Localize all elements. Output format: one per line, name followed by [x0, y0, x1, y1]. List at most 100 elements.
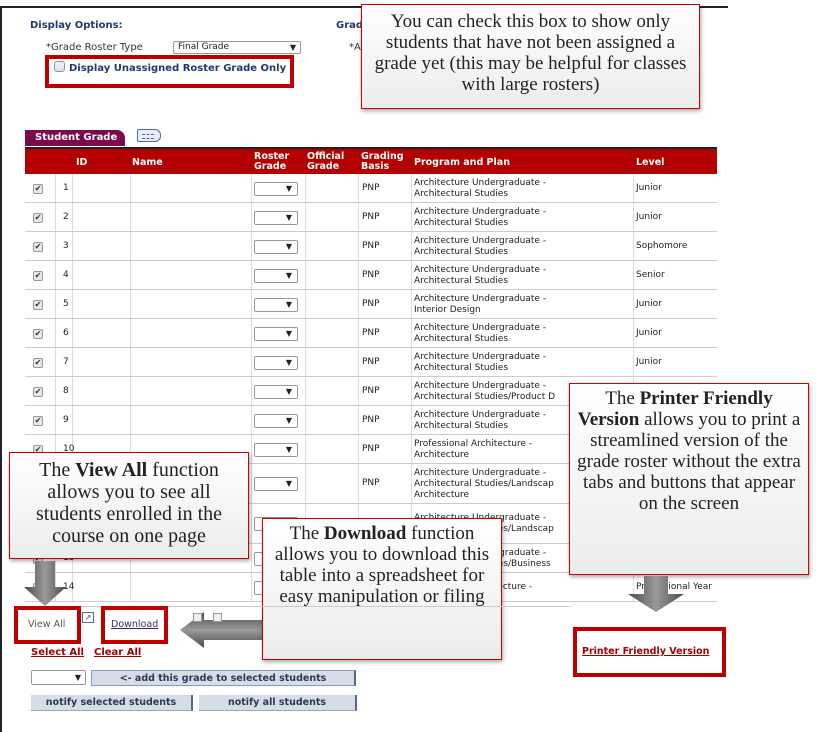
cell-divider: [358, 348, 359, 376]
cell-divider: [305, 232, 306, 260]
unassigned-only-checkbox[interactable]: [54, 61, 65, 72]
col-name: Name: [132, 157, 163, 168]
unassigned-only-label: Display Unassigned Roster Grade Only: [69, 63, 287, 74]
roster-grade-select[interactable]: ▼: [254, 385, 298, 399]
cell-divider: [251, 544, 252, 572]
chevron-down-icon: ▼: [285, 184, 292, 193]
row-select-checkbox[interactable]: ✔: [33, 184, 43, 194]
row-select-checkbox[interactable]: ✔: [33, 387, 43, 397]
col-level: Level: [636, 157, 665, 168]
notify-selected-button[interactable]: notify selected students: [31, 695, 193, 711]
show-all-columns-icon[interactable]: [137, 129, 161, 142]
cell-divider: [130, 174, 131, 202]
notify-all-button[interactable]: notify all students: [199, 695, 357, 711]
cell-divider: [411, 203, 412, 231]
cell-divider: [55, 319, 56, 347]
cell-divider: [72, 406, 73, 434]
roster-grade-select[interactable]: ▼: [254, 443, 298, 457]
row-select-checkbox[interactable]: ✔: [33, 242, 43, 252]
roster-grade-select[interactable]: ▼: [254, 211, 298, 225]
previous-page-icon[interactable]: [213, 613, 222, 622]
callout-text: The: [605, 388, 640, 409]
roster-grade-select[interactable]: ▼: [254, 356, 298, 370]
level: Sophomore: [636, 241, 688, 251]
download-link[interactable]: Download: [111, 619, 158, 630]
add-grade-button[interactable]: <- add this grade to selected students: [91, 670, 356, 686]
cell-divider: [411, 406, 412, 434]
roster-grade-select[interactable]: ▼: [254, 269, 298, 283]
row-number: 1: [63, 183, 69, 193]
grading-basis: PNP: [362, 270, 380, 280]
row-select-checkbox[interactable]: ✔: [33, 300, 43, 310]
table-row: ✔ 4 ▼ PNP Architecture Undergraduate - Archit…: [25, 261, 717, 290]
grade-select[interactable]: ▼: [31, 670, 86, 685]
program-plan: Architecture Undergraduate -Architectura…: [414, 207, 634, 229]
roster-type-select[interactable]: Final Grade ▼: [173, 41, 301, 54]
row-number: 8: [63, 386, 69, 396]
grading-basis: PNP: [362, 328, 380, 338]
chevron-down-icon: ▼: [285, 329, 292, 338]
chevron-down-icon: ▼: [289, 43, 296, 52]
grading-basis: PNP: [362, 478, 380, 488]
program-line: Architectural Studies: [414, 276, 509, 286]
roster-type-value: Final Grade: [178, 42, 230, 52]
program-plan: Architecture Undergraduate -Architectura…: [414, 178, 634, 200]
clear-all-link[interactable]: Clear All: [94, 647, 141, 658]
cell-divider: [130, 319, 131, 347]
table-row: ✔ 1 ▼ PNP Architecture Undergraduate - Archit…: [25, 174, 717, 203]
select-all-link[interactable]: Select All: [31, 647, 84, 658]
roster-grade-select[interactable]: ▼: [254, 182, 298, 196]
row-select-checkbox[interactable]: ✔: [33, 358, 43, 368]
program-plan: Architecture Undergraduate - Interior Des…: [414, 294, 634, 316]
cell-divider: [55, 348, 56, 376]
cell-divider: [305, 174, 306, 202]
tab-student-grade[interactable]: Student Grade: [25, 130, 125, 146]
table-row: ✔ 5 ▼ PNP Architecture Undergraduate - Interi…: [25, 290, 717, 319]
roster-grade-select[interactable]: ▼: [254, 414, 298, 428]
cell-divider: [251, 573, 252, 601]
cell-divider: [358, 174, 359, 202]
program-plan: Architecture Undergraduate -Architectura…: [414, 236, 634, 258]
program-line: Architectural Studies: [414, 218, 509, 228]
row-select-checkbox[interactable]: ✔: [33, 213, 43, 223]
roster-grade-select[interactable]: ▼: [254, 477, 298, 491]
cell-divider: [358, 435, 359, 463]
cell-divider: [72, 377, 73, 405]
col-program-plan: Program and Plan: [414, 157, 510, 168]
roster-grade-select[interactable]: ▼: [254, 240, 298, 254]
grading-basis: PNP: [362, 212, 380, 222]
program-line: Architectural Studies: [414, 189, 509, 199]
col-official-grade: Official Grade: [307, 151, 345, 172]
level: Junior: [636, 299, 662, 309]
cell-divider: [358, 377, 359, 405]
cell-divider: [55, 174, 56, 202]
chevron-down-icon: ▼: [285, 213, 292, 222]
program-line: Architecture Undergraduate -: [414, 323, 547, 333]
row-select-checkbox[interactable]: ✔: [33, 416, 43, 426]
cell-divider: [55, 232, 56, 260]
col-grading-basis: Grading Basis: [361, 151, 404, 172]
first-page-icon[interactable]: [193, 613, 202, 622]
roster-grade-select[interactable]: ▼: [254, 327, 298, 341]
roster-grade-select[interactable]: ▼: [254, 298, 298, 312]
row-select-checkbox[interactable]: ✔: [33, 329, 43, 339]
cell-divider: [251, 435, 252, 463]
cell-divider: [411, 319, 412, 347]
row-select-checkbox[interactable]: ✔: [33, 271, 43, 281]
cell-divider: [251, 290, 252, 318]
program-line: Architecture Undergraduate -: [414, 294, 547, 304]
row-number: 4: [63, 270, 69, 280]
cell-divider: [72, 290, 73, 318]
cell-divider: [358, 319, 359, 347]
cell-divider: [305, 290, 306, 318]
chevron-down-icon: ▼: [285, 271, 292, 280]
cell-divider: [130, 406, 131, 434]
cell-divider: [55, 203, 56, 231]
new-window-icon[interactable]: ↗: [82, 612, 94, 623]
printer-friendly-link[interactable]: Printer Friendly Version: [582, 646, 709, 657]
grading-basis: PNP: [362, 183, 380, 193]
view-all-link[interactable]: View All: [28, 619, 65, 630]
download-callout: The Download function allows you to down…: [262, 518, 502, 660]
program-line: Architecture Undergraduate -: [414, 265, 547, 275]
callout-text: The: [289, 523, 324, 544]
